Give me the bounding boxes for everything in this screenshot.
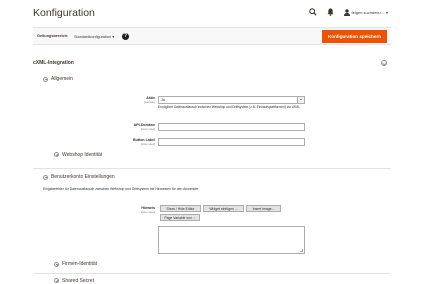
insert-image-button[interactable]: Insert Image... (246, 205, 281, 212)
aktiv-note: Ermöglicht Datenaustausch zwischen Websh… (158, 104, 301, 109)
field-scope-aktiv: [website] (143, 100, 155, 104)
resize-handle-icon[interactable] (300, 249, 303, 252)
benutzerkonto-description: Eingabefelder für Datenaustausch zwische… (43, 186, 200, 191)
field-scope-button: [store view] (140, 142, 155, 146)
api-domain-input[interactable] (158, 122, 305, 131)
save-config-button[interactable]: Konfiguration speichern (322, 30, 387, 43)
expand-group-icon (54, 152, 59, 157)
chevron-down-icon: ▾ (112, 35, 115, 39)
button-label-input[interactable] (158, 137, 305, 146)
help-icon[interactable]: ? (122, 32, 129, 40)
show-hide-editor-button[interactable]: Show / Hide Editor (160, 205, 201, 212)
group-title: Benutzerkonto Einstellungen (51, 174, 115, 180)
header-actions: felgen suchdecu... ▾ (308, 7, 388, 17)
user-menu[interactable]: felgen suchdecu... ▾ (343, 7, 388, 17)
hinweis-textarea[interactable] (158, 226, 305, 254)
divider (33, 168, 391, 169)
collapse-group-icon (43, 174, 48, 180)
group-allgemein[interactable]: Allgemein (43, 76, 73, 82)
collapse-icon[interactable] (381, 59, 387, 66)
group-benutzerkonto[interactable]: Benutzerkonto Einstellungen (43, 174, 115, 180)
scope-value: Standardkonfiguration (74, 35, 112, 39)
section-cxml[interactable]: cXML-Integration (33, 59, 391, 66)
page-title: Konfiguration (33, 7, 95, 19)
group-title: Webshop Identität (62, 151, 103, 158)
insert-variable-button[interactable]: Page Variable von ... (160, 214, 200, 221)
group-title: Shared Secret (62, 277, 94, 284)
expand-group-icon (54, 278, 59, 283)
aktiv-select-value: Ja (161, 98, 165, 103)
user-name: felgen suchdecu... (351, 9, 384, 15)
section-title: cXML-Integration (33, 60, 74, 66)
search-icon[interactable] (308, 7, 318, 17)
insert-widget-button[interactable]: Widget einfügen ... (203, 205, 244, 212)
divider (33, 273, 391, 274)
group-shared-secret[interactable]: Shared Secret (54, 278, 94, 284)
field-scope-api: [store view] (140, 127, 155, 131)
aktiv-select[interactable]: Ja (158, 95, 305, 104)
chevron-down-icon: ▾ (385, 9, 388, 15)
scope-bar: Geltungsbereich: Standardkonfiguration ▾… (33, 27, 391, 45)
group-title: Firmen-Identität (62, 261, 98, 267)
scope-label: Geltungsbereich: (37, 34, 69, 38)
expand-group-icon (54, 261, 59, 267)
group-webshop-identitaet[interactable]: Webshop Identität (54, 152, 102, 158)
page-header: Konfiguration felgen suchdecu... ▾ (0, 0, 426, 27)
chevron-down-icon (297, 96, 304, 103)
collapse-group-icon (43, 76, 48, 82)
bell-icon[interactable] (326, 7, 336, 17)
field-scope-hinweis: [store view] (140, 209, 155, 214)
group-title: Allgemein (51, 76, 73, 82)
group-firmen-identitaet[interactable]: Firmen-Identität (54, 261, 97, 267)
scope-switcher[interactable]: Standardkonfiguration ▾ (74, 34, 114, 39)
user-icon (343, 7, 350, 17)
